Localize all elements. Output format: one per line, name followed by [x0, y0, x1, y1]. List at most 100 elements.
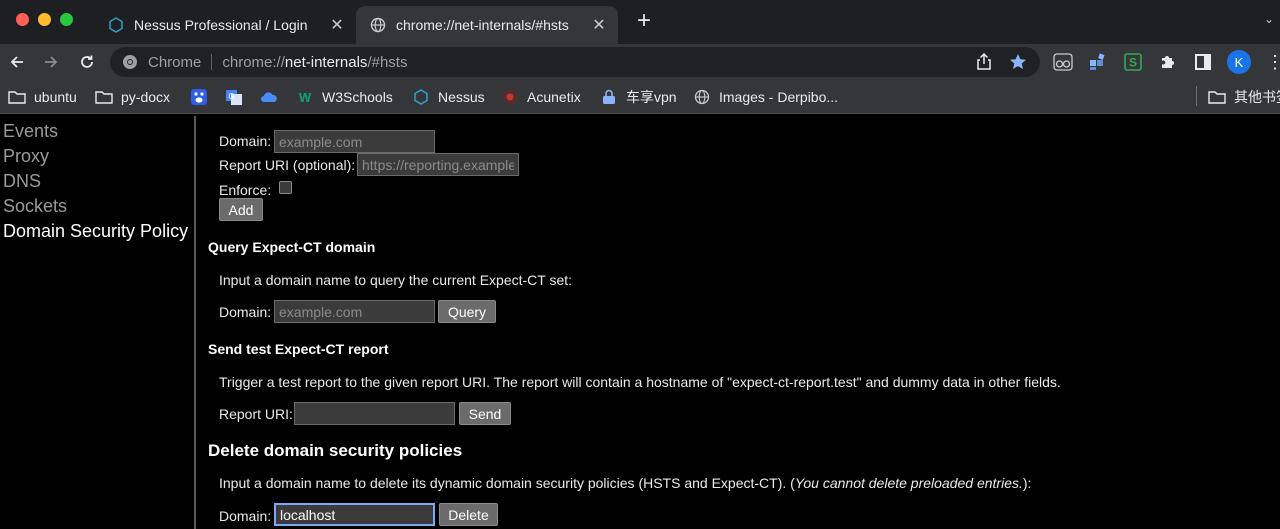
sidebar-item-dns[interactable]: DNS [3, 171, 41, 192]
bookmarks-separator [1196, 86, 1197, 106]
delete-instructions-suffix: ): [1023, 475, 1032, 491]
bookmark-w3schools[interactable]: W W3Schools [296, 86, 393, 108]
delete-instructions-italic: You cannot delete preloaded entries. [795, 475, 1023, 491]
tab-close-icon[interactable]: ✕ [588, 14, 610, 36]
delete-button[interactable]: Delete [439, 503, 498, 526]
sidebar-item-domain-security-policy[interactable]: Domain Security Policy [3, 221, 188, 242]
bookmark-nessus[interactable]: Nessus [412, 86, 485, 108]
forward-arrow-icon [43, 54, 59, 70]
delete-domain-input[interactable] [274, 503, 435, 526]
folder-icon [1208, 89, 1226, 105]
delete-domain-label: Domain: [219, 508, 271, 524]
address-bar[interactable]: Chrome chrome://net-internals/#hsts [110, 47, 1040, 77]
report-uri-input[interactable] [357, 153, 519, 176]
bookmark-label: Acunetix [527, 89, 581, 105]
baidu-paw-icon [190, 89, 208, 105]
report-uri-label: Report URI (optional): [219, 157, 355, 173]
bookmark-derpibooru[interactable]: Images - Derpibo... [693, 86, 838, 108]
bookmark-label: ubuntu [34, 89, 77, 105]
svg-text:W: W [299, 90, 312, 105]
globe-icon [693, 89, 711, 105]
net-internals-sidebar: Events Proxy DNS Sockets Domain Security… [0, 116, 196, 529]
share-icon[interactable] [974, 52, 994, 72]
delete-instructions-prefix: Input a domain name to delete its dynami… [219, 475, 795, 491]
bookmark-label: Images - Derpibo... [719, 89, 838, 105]
extension-s-button[interactable]: S [1123, 52, 1143, 72]
reload-button[interactable] [73, 48, 101, 76]
sidebar-item-events[interactable]: Events [3, 121, 58, 142]
lock-icon [600, 89, 618, 105]
back-button[interactable] [3, 48, 31, 76]
window-minimize-button[interactable] [38, 13, 51, 26]
test-report-instructions: Trigger a test report to the given repor… [219, 374, 1061, 390]
sidebar-item-sockets[interactable]: Sockets [3, 196, 67, 217]
new-tab-button[interactable]: + [632, 9, 656, 35]
add-domain-input[interactable] [274, 130, 435, 153]
tab-strip: Nessus Professional / Login ✕ chrome://n… [0, 0, 1280, 44]
bookmark-acunetix[interactable]: Acunetix [501, 86, 581, 108]
bookmark-vpn[interactable]: 车享vpn [600, 86, 677, 108]
address-separator [211, 54, 212, 70]
enforce-checkbox[interactable] [279, 181, 292, 194]
side-panel-icon [1194, 53, 1212, 71]
tab-title: Nessus Professional / Login [134, 17, 326, 33]
send-button[interactable]: Send [459, 402, 511, 425]
bookmark-baidu[interactable] [190, 86, 216, 108]
back-arrow-icon [9, 54, 25, 70]
folder-icon [95, 89, 113, 105]
bookmark-translate[interactable]: G [225, 86, 251, 108]
test-report-uri-label: Report URI: [219, 406, 293, 422]
reading-glasses-icon [1053, 53, 1073, 71]
test-report-uri-input[interactable] [294, 402, 455, 425]
delete-policy-heading: Delete domain security policies [208, 441, 462, 461]
tab-net-internals[interactable]: chrome://net-internals/#hsts ✕ [356, 6, 618, 44]
query-button[interactable]: Query [438, 300, 496, 323]
query-domain-label: Domain: [219, 304, 271, 320]
window-close-button[interactable] [16, 13, 29, 26]
puzzle-icon [1159, 53, 1177, 71]
bookmark-other-folder[interactable]: 其他书签 [1208, 86, 1280, 108]
nessus-icon [108, 17, 124, 33]
add-domain-label: Domain: [219, 133, 271, 149]
bookmark-cloud[interactable] [260, 86, 286, 108]
bookmark-label: py-docx [121, 89, 170, 105]
globe-icon [370, 17, 386, 33]
side-panel-button[interactable] [1193, 52, 1213, 72]
extension-blocks-button[interactable] [1088, 52, 1108, 72]
window-zoom-button[interactable] [60, 13, 73, 26]
bookmark-ubuntu[interactable]: ubuntu [8, 86, 77, 108]
blocks-icon [1089, 53, 1107, 71]
tab-nessus-login[interactable]: Nessus Professional / Login ✕ [94, 6, 356, 44]
profile-avatar[interactable]: K [1227, 50, 1251, 74]
nessus-icon [412, 89, 430, 105]
svg-text:S: S [1129, 56, 1137, 70]
tab-search-chevron-icon[interactable]: ⌄ [1264, 12, 1274, 26]
acunetix-icon [501, 89, 519, 105]
bookmark-star-icon[interactable] [1008, 52, 1028, 72]
url-path: /#hsts [367, 54, 407, 71]
url-prefix: chrome:// [222, 54, 285, 71]
delete-policy-instructions: Input a domain name to delete its dynami… [219, 475, 1031, 491]
svg-text:G: G [228, 92, 234, 101]
folder-icon [8, 89, 26, 105]
extension-reader-button[interactable] [1053, 52, 1073, 72]
chrome-icon [122, 54, 138, 70]
bookmark-py-docx[interactable]: py-docx [95, 86, 170, 108]
site-chip: Chrome [148, 54, 201, 71]
tab-close-icon[interactable]: ✕ [326, 14, 348, 36]
tab-title: chrome://net-internals/#hsts [396, 17, 588, 33]
test-report-heading: Send test Expect-CT report [208, 341, 388, 357]
w3schools-icon: W [296, 89, 314, 105]
bookmark-label: W3Schools [322, 89, 393, 105]
add-button[interactable]: Add [219, 198, 263, 221]
query-domain-input[interactable] [274, 300, 435, 323]
extensions-button[interactable] [1158, 52, 1178, 72]
s-extension-icon: S [1124, 53, 1142, 71]
url-text: chrome://net-internals/#hsts [222, 54, 407, 71]
browser-toolbar: Chrome chrome://net-internals/#hsts S K … [0, 44, 1280, 80]
bookmark-label: Nessus [438, 89, 485, 105]
menu-kebab-icon[interactable]: ⋮ [1266, 52, 1276, 72]
cloud-icon [260, 89, 278, 105]
forward-button[interactable] [37, 48, 65, 76]
sidebar-item-proxy[interactable]: Proxy [3, 146, 49, 167]
